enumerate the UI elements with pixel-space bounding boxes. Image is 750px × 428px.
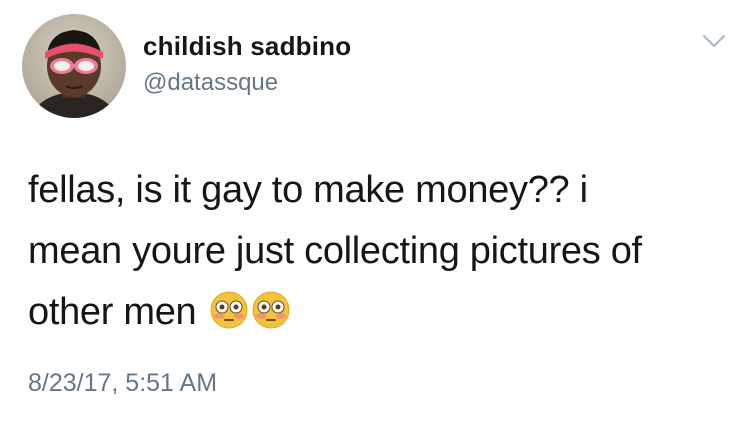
tweet-text-line: fellas, is it gay to make money?? i — [28, 169, 588, 211]
avatar[interactable] — [22, 14, 126, 118]
author-display-name[interactable]: childish sadbino — [143, 31, 351, 62]
tweet-text: fellas, is it gay to make money?? i mean… — [28, 160, 728, 343]
tweet-timestamp[interactable]: 8/23/17, 5:51 AM — [28, 369, 217, 398]
tweet-text-line: other men — [28, 282, 728, 343]
tweet-card: childish sadbino @datassque fellas, is i… — [0, 0, 750, 428]
chevron-down-icon[interactable] — [702, 33, 726, 49]
flushed-face-emoji — [251, 288, 291, 329]
flushed-face-emoji — [209, 288, 249, 329]
avatar-photo — [22, 14, 126, 118]
tweet-text-line: mean youre just collecting pictures of — [28, 230, 642, 272]
author-handle[interactable]: @datassque — [143, 69, 278, 97]
tweet-text-line-content: other men — [28, 291, 197, 333]
